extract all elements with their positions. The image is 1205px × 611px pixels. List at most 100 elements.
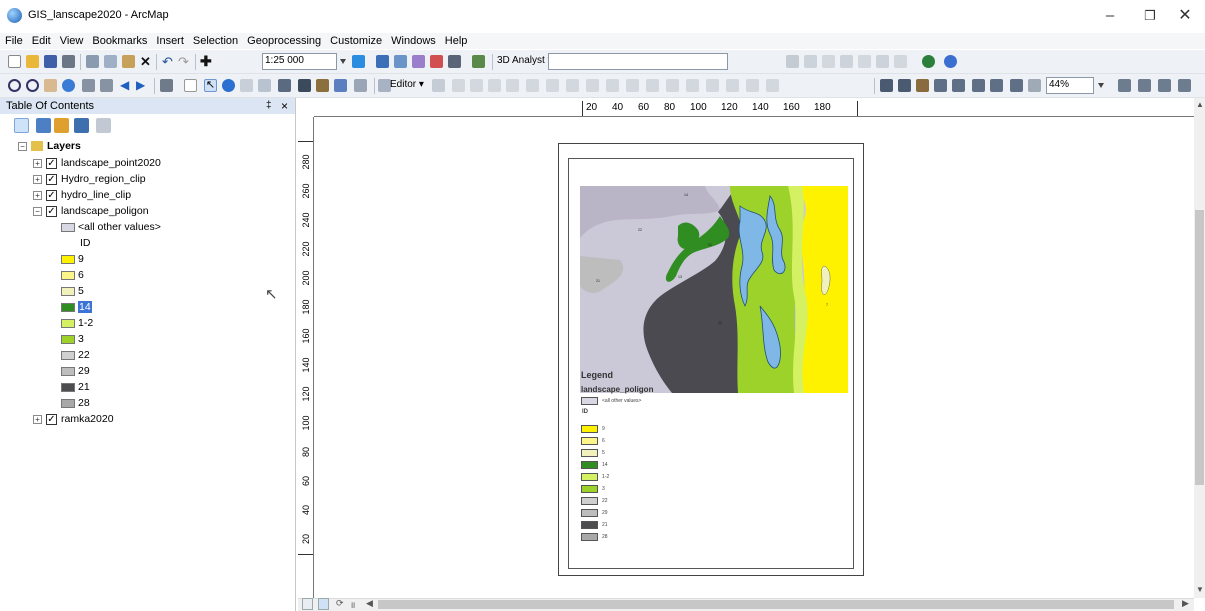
menu-help[interactable]: Help	[440, 33, 472, 47]
data-driven-pages-icon[interactable]	[1178, 79, 1191, 92]
time-slider-icon[interactable]	[354, 79, 367, 92]
copy-icon[interactable]	[104, 55, 117, 68]
go-back-extent-icon[interactable]	[1010, 79, 1023, 92]
toc-layer-ramka2020[interactable]: + ✓ ramka2020	[33, 413, 114, 426]
menu-windows[interactable]: Windows	[386, 33, 440, 47]
rotate-tool-icon[interactable]	[526, 79, 539, 92]
layer-visibility-checkbox[interactable]: ✓	[46, 205, 57, 217]
symbol-swatch[interactable]	[61, 286, 75, 296]
layout-zoom-input[interactable]: 44%	[1046, 77, 1094, 94]
menu-selection[interactable]: Selection	[188, 33, 242, 47]
select-features-icon[interactable]	[160, 79, 173, 92]
menu-customize[interactable]: Customize	[325, 33, 386, 47]
scroll-right-icon[interactable]: ▶	[1182, 598, 1189, 609]
expand-icon[interactable]: +	[33, 190, 42, 200]
find-icon[interactable]	[298, 79, 311, 92]
model-builder-icon[interactable]	[472, 55, 485, 68]
data-frame-map[interactable]: 22 21 13 21 7 22 14	[580, 186, 848, 393]
clip-icon[interactable]	[766, 79, 779, 92]
cut-polygons-icon[interactable]	[646, 79, 659, 92]
zoom-in-icon[interactable]	[8, 79, 21, 92]
sketch-properties-icon[interactable]	[566, 79, 579, 92]
go-forward-extent-icon[interactable]	[1028, 79, 1041, 92]
zoom-out-icon[interactable]	[26, 79, 39, 92]
toc-layer-landscape-point2020[interactable]: + ✓ landscape_point2020	[33, 157, 161, 170]
change-layout-icon[interactable]	[1158, 79, 1171, 92]
symbol-swatch[interactable]	[61, 366, 75, 376]
symbol-swatch[interactable]	[61, 302, 75, 312]
refresh-icon[interactable]: ⟳	[336, 598, 344, 609]
3d-analyst-layer-select[interactable]	[548, 53, 728, 70]
find-route-icon[interactable]	[316, 79, 329, 92]
edit-vertices-icon[interactable]	[666, 79, 679, 92]
clear-selection-icon[interactable]	[184, 79, 197, 92]
arcscene-icon[interactable]	[922, 55, 935, 68]
toggle-draft-mode-icon[interactable]	[1118, 79, 1131, 92]
toc-layer-hydro-region-clip[interactable]: + ✓ Hydro_region_clip	[33, 173, 146, 186]
symbol-swatch[interactable]	[61, 318, 75, 328]
menu-file[interactable]: File	[0, 33, 27, 47]
zoom-whole-page-icon[interactable]	[934, 79, 947, 92]
add-data-icon[interactable]: ✚	[200, 54, 213, 68]
cut-icon[interactable]	[86, 55, 99, 68]
legend-class-5[interactable]: 5	[61, 285, 84, 298]
edit-annotation-icon[interactable]	[452, 79, 465, 92]
horizontal-scrollbar-thumb[interactable]	[378, 600, 1174, 609]
full-extent-icon[interactable]	[62, 79, 75, 92]
create-features-icon[interactable]	[586, 79, 599, 92]
toc-options-icon[interactable]	[96, 118, 111, 133]
maximize-button[interactable]: ❐	[1130, 4, 1170, 28]
legend-class-9[interactable]: 9	[61, 253, 84, 266]
list-by-drawing-order-icon[interactable]	[14, 118, 29, 133]
menu-bookmarks[interactable]: Bookmarks	[87, 33, 151, 47]
layer-visibility-checkbox[interactable]: ✓	[46, 189, 57, 201]
legend-class-6[interactable]: 6	[61, 269, 84, 282]
edit-tool-icon[interactable]	[432, 79, 445, 92]
expand-icon[interactable]: +	[33, 414, 42, 424]
attributes-icon[interactable]	[546, 79, 559, 92]
symbol-swatch[interactable]	[61, 254, 75, 264]
minimize-button[interactable]: –	[1090, 4, 1130, 28]
profile-icon[interactable]	[822, 55, 835, 68]
expand-icon[interactable]: +	[33, 158, 42, 168]
pause-drawing-icon[interactable]: ॥	[350, 598, 355, 611]
symbol-swatch[interactable]	[61, 222, 75, 232]
close-button[interactable]: ✕	[1165, 4, 1205, 28]
layers-root[interactable]: − Layers	[18, 140, 81, 153]
chevron-down-icon[interactable]	[340, 59, 346, 64]
data-view-button[interactable]	[302, 598, 313, 610]
legend-class-14[interactable]: 14	[61, 301, 92, 314]
layer-visibility-checkbox[interactable]: ✓	[46, 173, 57, 185]
arctoolbox-icon[interactable]	[430, 55, 443, 68]
point-profile-icon[interactable]	[894, 55, 907, 68]
focus-data-frame-icon[interactable]	[1138, 79, 1151, 92]
interpolate-icon[interactable]	[804, 55, 817, 68]
symbol-swatch[interactable]	[61, 350, 75, 360]
legend-class-21[interactable]: 21	[61, 381, 90, 394]
vertical-scrollbar-thumb[interactable]	[1195, 210, 1204, 485]
class-label[interactable]: 14	[78, 301, 92, 313]
undo-icon[interactable]: ↶	[162, 55, 175, 68]
identify-icon[interactable]	[222, 79, 235, 92]
legend-class-28[interactable]: 28	[61, 397, 90, 410]
pin-icon[interactable]: ‡	[266, 100, 272, 111]
save-icon[interactable]	[44, 55, 57, 68]
reshape-icon[interactable]	[626, 79, 639, 92]
arcglobe-icon[interactable]	[944, 55, 957, 68]
paste-icon[interactable]	[122, 55, 135, 68]
toc-close-icon[interactable]: ×	[281, 99, 288, 113]
menu-edit[interactable]: Edit	[27, 33, 55, 47]
layer-visibility-checkbox[interactable]: ✓	[46, 413, 57, 425]
back-extent-icon[interactable]: ◀	[120, 79, 133, 92]
menu-geoprocessing[interactable]: Geoprocessing	[242, 33, 325, 47]
measure-icon[interactable]	[278, 79, 291, 92]
table-of-contents-icon[interactable]	[376, 55, 389, 68]
snapping-icon[interactable]	[686, 79, 699, 92]
contour-icon[interactable]	[840, 55, 853, 68]
scroll-up-icon[interactable]: ▲	[1196, 100, 1204, 109]
html-popup-icon[interactable]	[240, 79, 253, 92]
editor-toolbar-icon[interactable]	[352, 55, 365, 68]
line-of-sight-icon[interactable]	[876, 55, 889, 68]
expand-icon[interactable]: +	[33, 174, 42, 184]
scroll-left-icon[interactable]: ◀	[366, 598, 373, 609]
